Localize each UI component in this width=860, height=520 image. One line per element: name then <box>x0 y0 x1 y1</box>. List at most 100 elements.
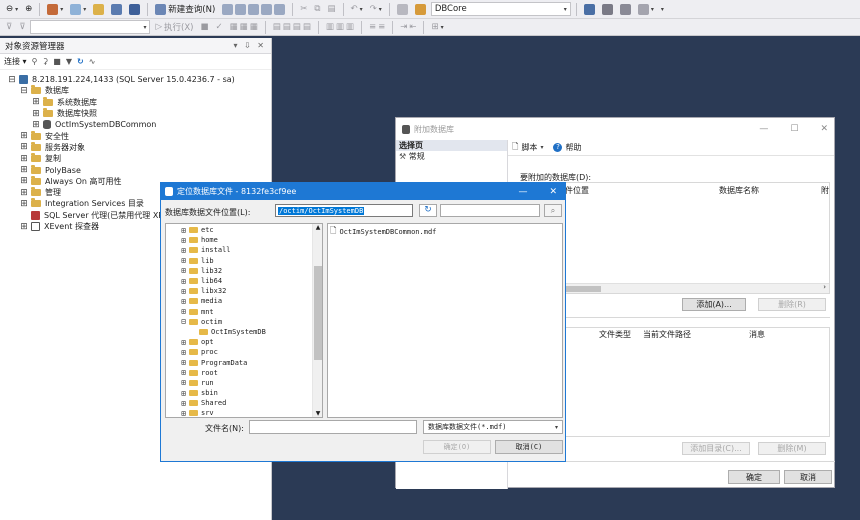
search-input[interactable] <box>440 204 540 217</box>
undo-button[interactable]: ↶ ▾ <box>349 2 365 17</box>
indent-buttons[interactable]: ⇥ ⇤ <box>398 20 418 35</box>
expand-icon[interactable]: ⊞ <box>20 222 28 231</box>
expand-icon[interactable]: ⊞ <box>180 348 187 356</box>
expand-icon[interactable]: ⊞ <box>180 389 187 397</box>
directory-item[interactable]: ⊞ Shared <box>170 398 322 408</box>
window-layout-button[interactable]: ▾ <box>636 2 656 17</box>
file-location-input[interactable]: /octim/OctImSystemDB <box>275 204 413 217</box>
find-button[interactable] <box>413 2 428 17</box>
remove-button[interactable]: 删除(R) <box>758 298 826 311</box>
connect-icon[interactable]: ⚲ <box>32 57 38 66</box>
directory-item[interactable]: ⊞ opt <box>170 337 322 347</box>
directory-item[interactable]: ⊞ lib32 <box>170 266 322 276</box>
tree-node[interactable]: ⊞ 数据库快照 <box>8 108 271 119</box>
expand-icon[interactable]: ⊞ <box>20 188 28 197</box>
query-type-buttons[interactable] <box>220 2 287 17</box>
expand-icon[interactable]: ⊞ <box>180 226 187 234</box>
database-details-grid[interactable]: 文件类型 当前文件路径 消息 <box>520 327 830 437</box>
expand-icon[interactable]: ⊞ <box>20 199 28 208</box>
directory-item[interactable]: ⊞ home <box>170 235 322 245</box>
expand-icon[interactable]: ⊞ <box>180 246 187 254</box>
attach-ok-button[interactable]: 确定 <box>728 470 780 484</box>
directory-item[interactable]: ⊞ proc <box>170 347 322 357</box>
expand-icon[interactable]: ⊞ <box>20 132 28 141</box>
vertical-scrollbar[interactable]: ▲ ▼ <box>312 224 322 417</box>
chevron-down-icon[interactable]: ▼ <box>313 410 322 417</box>
file-type-select[interactable]: 数据库数据文件(*.mdf) ▾ <box>423 420 563 434</box>
open-file-button[interactable] <box>91 2 106 17</box>
col-message[interactable]: 消息 <box>749 329 765 340</box>
attach-cancel-button[interactable]: 取消 <box>784 470 832 484</box>
directory-item[interactable]: ⊞ media <box>170 296 322 306</box>
tree-node[interactable]: ⊞ OctImSystemDBCommon <box>8 119 271 130</box>
properties-button[interactable] <box>600 2 615 17</box>
expand-icon[interactable]: ⊞ <box>20 166 28 175</box>
tree-node[interactable]: ⊟ 8.218.191.224,1433 (SQL Server 15.0.423… <box>8 74 271 85</box>
expand-icon[interactable]: ⊞ <box>180 359 187 367</box>
directory-item[interactable]: ⊞ mnt <box>170 307 322 317</box>
copy-button[interactable]: ⧉ <box>312 2 322 17</box>
search-button[interactable]: ⌕ <box>544 204 562 217</box>
file-item[interactable]: 🗋 OctImSystemDBCommon.mdf <box>330 226 562 237</box>
expand-icon[interactable]: ⊞ <box>180 297 187 305</box>
expand-icon[interactable]: ⊞ <box>32 109 40 118</box>
col-file-location[interactable]: 件位置 <box>565 185 589 196</box>
col-database-name[interactable]: 数据库名称 <box>719 185 759 196</box>
tree-node[interactable]: ⊞ 安全性 <box>8 130 271 141</box>
close-icon[interactable]: ✕ <box>549 187 557 197</box>
available-databases-select[interactable]: ▾ <box>30 20 151 34</box>
directory-item[interactable]: ⊞ etc <box>170 225 322 235</box>
collapse-icon[interactable]: ⊟ <box>180 318 187 326</box>
new-project-button[interactable]: ▾ <box>45 2 65 17</box>
comment-buttons[interactable]: ≡ ≡ <box>367 20 387 35</box>
script-button[interactable]: 🗋 脚本 ▾ <box>512 141 543 155</box>
redo-button[interactable]: ↷ ▾ <box>368 2 384 17</box>
refresh-button[interactable]: ↻ <box>419 204 437 217</box>
expand-icon[interactable]: ⊞ <box>180 277 187 285</box>
back-button[interactable]: ⊖ ▾ <box>4 2 20 17</box>
toolbar-options-button[interactable]: ▾ <box>659 2 666 17</box>
expand-icon[interactable]: ⊞ <box>32 120 40 129</box>
paste-button[interactable]: ▤ <box>326 2 338 17</box>
tree-node[interactable]: ⊞ 系统数据库 <box>8 96 271 108</box>
expand-icon[interactable]: ⊞ <box>20 154 28 163</box>
results-buttons[interactable]: ▦ ▦ ▦ <box>228 20 260 35</box>
directory-item[interactable]: ⊞ srv <box>170 408 322 417</box>
directory-item[interactable]: ⊞ lib64 <box>170 276 322 286</box>
activity-monitor-icon[interactable]: ∿ <box>89 57 96 66</box>
panel-controls[interactable]: ▾ ⇩ ✕ <box>233 41 266 50</box>
results-mode-buttons[interactable]: ▥ ▥ ▥ <box>324 20 356 35</box>
filter-options-button[interactable]: ⊽ <box>17 20 27 35</box>
cut-button[interactable]: ✂ <box>298 2 309 17</box>
locate-cancel-button[interactable]: 取消(C) <box>495 440 563 454</box>
horizontal-scrollbar[interactable]: › <box>521 283 829 293</box>
help-button[interactable]: ? 帮助 <box>553 142 581 153</box>
maximize-icon[interactable]: ☐ <box>790 124 798 134</box>
parse-button[interactable]: ✓ <box>214 20 225 35</box>
filter-icon[interactable]: ▼ <box>66 57 72 66</box>
expand-icon[interactable]: ⊞ <box>180 399 187 407</box>
forward-button[interactable]: ⊕ <box>23 2 34 17</box>
expand-icon[interactable]: ⊞ <box>32 98 40 107</box>
directory-item[interactable]: ⊟ octim <box>170 317 322 327</box>
save-all-button[interactable] <box>127 2 142 17</box>
col-file-type[interactable]: 文件类型 <box>599 329 631 340</box>
scrollbar-thumb[interactable] <box>314 266 322 360</box>
connect-button[interactable]: 连接 ▾ <box>4 56 27 67</box>
add-catalog-button[interactable]: 添加目录(C)... <box>682 442 750 455</box>
stop-button[interactable]: ■ <box>198 20 210 35</box>
expand-icon[interactable]: ⊞ <box>180 257 187 265</box>
collapse-icon[interactable]: ⊟ <box>20 86 28 95</box>
directory-item[interactable]: ⊞ install <box>170 245 322 255</box>
close-icon[interactable]: ✕ <box>820 124 828 134</box>
filename-input[interactable] <box>249 420 417 434</box>
expand-icon[interactable]: ⊞ <box>20 177 28 186</box>
directory-item[interactable]: ⊞ run <box>170 378 322 388</box>
refresh-icon[interactable]: ↻ <box>77 57 84 66</box>
new-query-button[interactable]: 新建查询(N) <box>153 2 217 17</box>
chevron-up-icon[interactable]: ▲ <box>313 224 322 231</box>
expand-icon[interactable]: ⊞ <box>180 409 187 417</box>
add-button[interactable]: 添加(A)... <box>682 298 746 311</box>
col-attach-as[interactable]: 附 <box>821 185 829 196</box>
solution-explorer-button[interactable] <box>582 2 597 17</box>
